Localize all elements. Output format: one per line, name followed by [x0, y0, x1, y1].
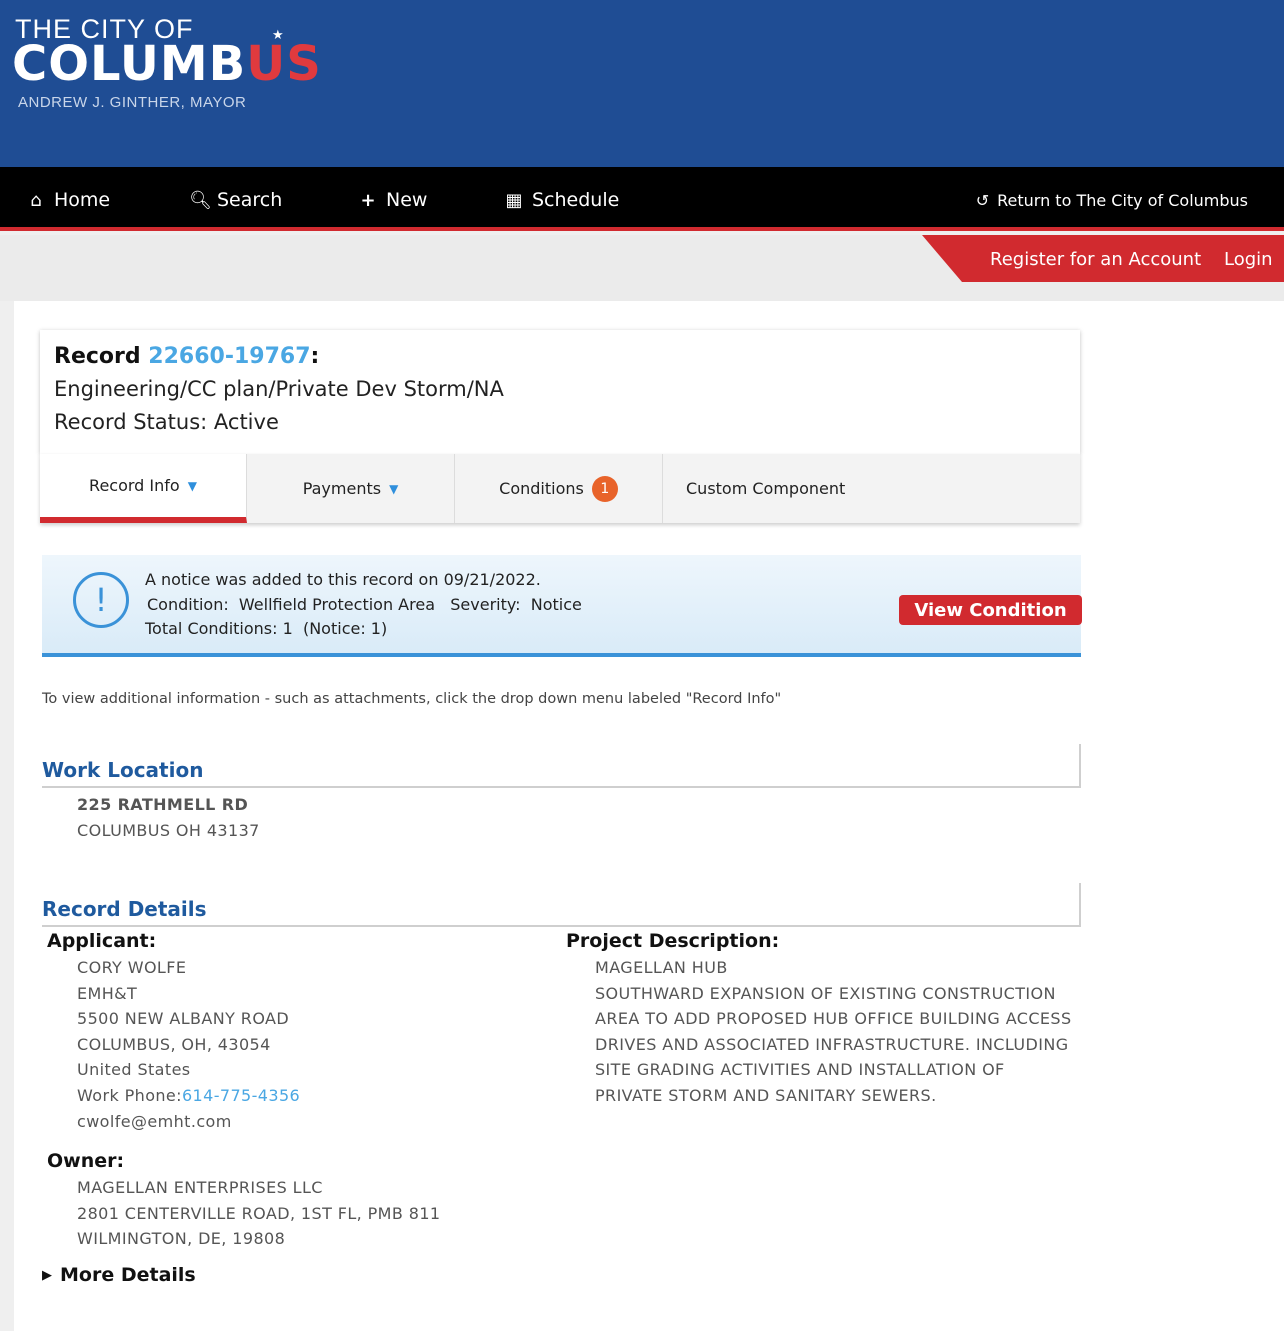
project-desc-line: AREA TO ADD PROPOSED HUB OFFICE BUILDING…: [595, 1009, 1072, 1028]
nav-schedule[interactable]: ▦ Schedule: [504, 189, 619, 211]
project-desc-line: SOUTHWARD EXPANSION OF EXISTING CONSTRUC…: [595, 984, 1056, 1003]
record-status: Record Status: Active: [54, 410, 279, 434]
record-details-title: Record Details: [42, 897, 207, 921]
record-title: Record 22660-19767:: [54, 344, 319, 369]
work-location-title: Work Location: [42, 758, 204, 782]
applicant-address: 5500 NEW ALBANY ROAD: [77, 1009, 290, 1028]
return-label: Return to The City of Columbus: [997, 191, 1248, 210]
return-link[interactable]: ↺ Return to The City of Columbus: [976, 191, 1248, 210]
applicant-country: United States: [77, 1060, 191, 1079]
logo-line2a: COLUMB: [12, 36, 247, 92]
record-type: Engineering/CC plan/Private Dev Storm/NA: [54, 377, 504, 401]
register-link[interactable]: Register for an Account: [990, 249, 1201, 270]
owner-city: WILMINGTON, DE, 19808: [77, 1229, 286, 1248]
owner-label: Owner:: [47, 1150, 125, 1172]
record-details-header: Record Details: [42, 883, 1081, 927]
nav-new-label: New: [386, 189, 428, 211]
notice-line1: A notice was added to this record on 09/…: [145, 570, 541, 589]
tab-record-info[interactable]: Record Info ▼: [40, 454, 247, 523]
work-location-header: Work Location: [42, 744, 1081, 788]
project-desc-line: PRIVATE STORM AND SANITARY SEWERS.: [595, 1086, 937, 1105]
nav-search[interactable]: 🔍︎ Search: [189, 189, 282, 211]
tab-payments-label: Payments: [302, 479, 382, 498]
notice-line3: Total Conditions: 1 (Notice: 1): [145, 619, 388, 638]
owner-address: 2801 CENTERVILLE ROAD, 1ST FL, PMB 811: [77, 1204, 441, 1223]
caret-right-icon: ▶: [42, 1267, 52, 1283]
project-desc-line: SITE GRADING ACTIVITIES AND INSTALLATION…: [595, 1060, 1005, 1079]
conditions-count-badge: 1: [591, 475, 618, 502]
applicant-company: EMH&T: [77, 984, 138, 1003]
project-desc-line: DRIVES AND ASSOCIATED INFRASTRUCTURE. IN…: [595, 1035, 1069, 1054]
applicant-email: cwolfe@emht.com: [77, 1112, 232, 1131]
record-prefix: Record: [54, 344, 141, 369]
phone-link[interactable]: 614-775-4356: [182, 1086, 300, 1105]
applicant-phone-row: Work Phone:614-775-4356: [77, 1086, 300, 1105]
tab-custom-component-label: Custom Component: [686, 479, 846, 498]
city-logo[interactable]: THE CITY OF COLUMBUS ★ ANDREW J. GINTHER…: [12, 12, 334, 112]
project-description-label: Project Description:: [566, 930, 780, 952]
record-number: 22660-19767: [148, 344, 311, 369]
view-condition-button[interactable]: View Condition: [899, 595, 1082, 625]
info-hint: To view additional information - such as…: [42, 691, 782, 707]
owner-name: MAGELLAN ENTERPRISES LLC: [77, 1178, 323, 1197]
project-name: MAGELLAN HUB: [595, 958, 728, 977]
work-location-city: COLUMBUS OH 43137: [77, 821, 260, 840]
applicant-city: COLUMBUS, OH, 43054: [77, 1035, 271, 1054]
plus-icon: +: [360, 189, 376, 211]
tab-payments[interactable]: Payments ▼: [247, 454, 455, 523]
search-icon: 🔍︎: [189, 189, 212, 211]
record-suffix: :: [310, 344, 320, 369]
login-link[interactable]: Login: [1224, 249, 1273, 270]
tab-conditions-label: Conditions: [499, 479, 584, 498]
nav-home-label: Home: [54, 189, 111, 211]
tab-custom-component[interactable]: Custom Component: [663, 454, 1080, 523]
applicant-name: CORY WOLFE: [77, 958, 187, 977]
nav-new[interactable]: + New: [358, 189, 427, 211]
undo-icon: ↺: [975, 191, 990, 210]
work-location-street: 225 RATHMELL RD: [77, 795, 249, 814]
caret-down-icon: ▼: [389, 481, 399, 496]
main-nav: ⌂ Home 🔍︎ Search + New ▦ Schedule ↺ Retu…: [0, 167, 1284, 231]
tab-record-info-label: Record Info: [89, 476, 180, 495]
applicant-label: Applicant:: [47, 930, 157, 952]
calendar-icon: ▦: [505, 189, 523, 211]
nav-search-label: Search: [217, 189, 283, 211]
nav-schedule-label: Schedule: [532, 189, 620, 211]
record-header-card: Record 22660-19767: Engineering/CC plan/…: [40, 330, 1080, 454]
star-icon: ★: [272, 28, 284, 43]
info-exclamation-icon: !: [73, 572, 129, 628]
account-panel: Register for an Account Login: [922, 235, 1284, 282]
account-bar: Register for an Account Login: [0, 235, 1284, 301]
record-tabs: Record Info ▼ Payments ▼ Conditions 1 Cu…: [40, 454, 1080, 523]
site-header: THE CITY OF COLUMBUS ★ ANDREW J. GINTHER…: [0, 0, 1284, 167]
caret-down-icon: ▼: [187, 478, 197, 493]
tab-conditions[interactable]: Conditions 1: [455, 454, 663, 523]
logo-wordmark: COLUMBUS: [12, 36, 322, 92]
home-icon: ⌂: [30, 189, 42, 211]
more-details-toggle[interactable]: ▶ More Details: [42, 1264, 196, 1286]
phone-label: Work Phone:: [77, 1086, 182, 1105]
logo-line3: ANDREW J. GINTHER, MAYOR: [18, 94, 247, 111]
logo-line2b: US: [246, 36, 322, 92]
notice-line2: Condition: Wellfield Protection Area Sev…: [147, 595, 582, 614]
nav-home[interactable]: ⌂ Home: [26, 189, 110, 211]
condition-notice: ! A notice was added to this record on 0…: [42, 555, 1082, 657]
more-details-label: More Details: [60, 1264, 196, 1286]
